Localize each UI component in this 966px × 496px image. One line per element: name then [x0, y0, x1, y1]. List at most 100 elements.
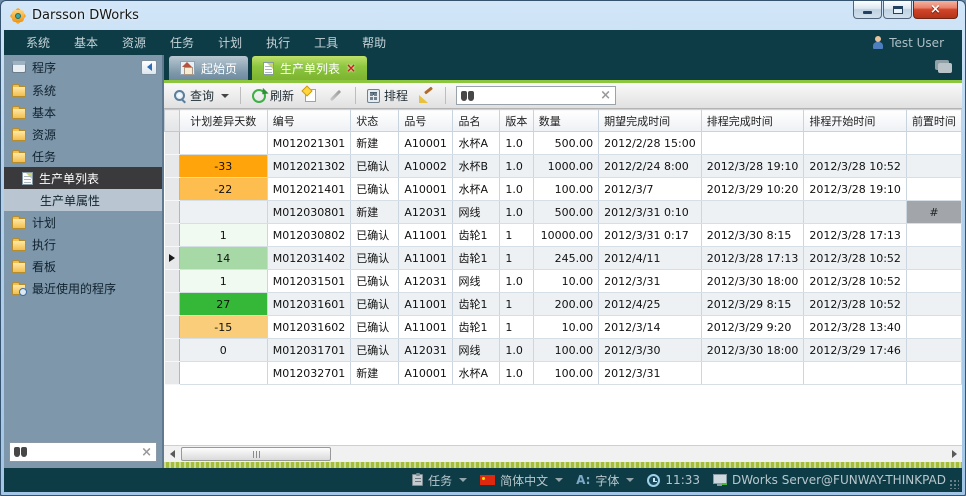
cell-scheduled-finish-time[interactable]: 2012/3/28 17:13	[701, 247, 804, 270]
cell-quantity[interactable]: 100.00	[533, 178, 598, 201]
cell-expected-finish-time[interactable]: 2012/3/31	[599, 362, 702, 385]
cell-item-no[interactable]: A11001	[399, 293, 453, 316]
cell-item-no[interactable]: A10001	[399, 362, 453, 385]
cell-item-no[interactable]: A12031	[399, 339, 453, 362]
cell-expected-finish-time[interactable]: 2012/3/31	[599, 270, 702, 293]
sidebar-collapse-button[interactable]	[141, 60, 157, 75]
cell-status[interactable]: 新建	[351, 362, 399, 385]
row-selector[interactable]	[165, 132, 180, 155]
cell-overflow-marker[interactable]	[906, 247, 961, 270]
menu-item[interactable]: 帮助	[350, 34, 398, 51]
menu-item[interactable]: 计划	[206, 34, 254, 51]
cell-scheduled-start-time[interactable]	[804, 132, 907, 155]
schedule-button[interactable]: 排程	[364, 85, 411, 106]
cell-expected-finish-time[interactable]: 2012/2/24 8:00	[599, 155, 702, 178]
table-row[interactable]: 1M012031501已确认A12031网线1.010.002012/3/312…	[165, 270, 962, 293]
menu-item[interactable]: 任务	[158, 34, 206, 51]
cell-quantity[interactable]: 500.00	[533, 132, 598, 155]
minimize-button[interactable]	[853, 1, 882, 19]
status-tasks-button[interactable]: 任务	[412, 472, 467, 489]
cell-plan-diff-days[interactable]	[179, 201, 267, 224]
scroll-left-button[interactable]	[164, 446, 180, 462]
cell-status[interactable]: 已确认	[351, 339, 399, 362]
cell-scheduled-finish-time[interactable]: 2012/3/30 8:15	[701, 224, 804, 247]
cell-overflow-marker[interactable]	[906, 155, 961, 178]
row-selector[interactable]	[165, 362, 180, 385]
resize-grip[interactable]	[949, 479, 959, 489]
cell-scheduled-start-time[interactable]: 2012/3/28 10:52	[804, 270, 907, 293]
cell-order-code[interactable]: M012030801	[267, 201, 350, 224]
cell-plan-diff-days[interactable]: -15	[179, 316, 267, 339]
cell-overflow-marker[interactable]	[906, 224, 961, 247]
cell-quantity[interactable]: 10000.00	[533, 224, 598, 247]
new-button[interactable]	[302, 87, 319, 104]
column-header[interactable]: 品名	[453, 110, 500, 132]
sidebar-search-box[interactable]: ×	[9, 442, 157, 462]
cell-scheduled-finish-time[interactable]: 2012/3/28 19:10	[701, 155, 804, 178]
cell-plan-diff-days[interactable]: 1	[179, 224, 267, 247]
column-header[interactable]: 排程完成时间	[701, 110, 804, 132]
cell-version[interactable]: 1.0	[500, 132, 533, 155]
cell-plan-diff-days[interactable]: 0	[179, 339, 267, 362]
cell-scheduled-finish-time[interactable]	[701, 132, 804, 155]
cell-scheduled-finish-time[interactable]	[701, 362, 804, 385]
cell-item-no[interactable]: A10001	[399, 132, 453, 155]
cell-quantity[interactable]: 10.00	[533, 270, 598, 293]
cell-item-name[interactable]: 网线	[453, 270, 500, 293]
scrollbar-thumb[interactable]	[181, 447, 331, 461]
cell-item-name[interactable]: 齿轮1	[453, 293, 500, 316]
row-selector-current[interactable]	[165, 247, 180, 270]
refresh-button[interactable]: 刷新	[249, 85, 297, 106]
status-language-button[interactable]: 简体中文	[480, 472, 563, 489]
cell-plan-diff-days[interactable]	[179, 132, 267, 155]
cell-scheduled-start-time[interactable]	[804, 201, 907, 224]
column-header[interactable]: 期望完成时间	[599, 110, 702, 132]
tab-close-icon[interactable]: ×	[346, 61, 356, 75]
toolbar-search-input[interactable]: ×	[456, 86, 616, 105]
cell-overflow-marker[interactable]	[906, 270, 961, 293]
cell-expected-finish-time[interactable]: 2012/3/31 0:10	[599, 201, 702, 224]
tab-home[interactable]: 起始页	[169, 56, 248, 80]
table-row[interactable]: -22M012021401已确认A10001水杯A1.0100.002012/3…	[165, 178, 962, 201]
column-header[interactable]: 品号	[399, 110, 453, 132]
cell-quantity[interactable]: 500.00	[533, 201, 598, 224]
tab-production-order-list[interactable]: 生产单列表 ×	[252, 56, 367, 80]
sidebar-item-2[interactable]: 资源	[4, 123, 162, 145]
edit-button[interactable]	[324, 92, 347, 99]
cell-item-name[interactable]: 网线	[453, 201, 500, 224]
cell-status[interactable]: 已确认	[351, 224, 399, 247]
column-header[interactable]: 计划差异天数	[179, 110, 267, 132]
cell-quantity[interactable]: 245.00	[533, 247, 598, 270]
cell-status[interactable]: 已确认	[351, 178, 399, 201]
cell-expected-finish-time[interactable]: 2012/3/7	[599, 178, 702, 201]
cell-item-name[interactable]: 齿轮1	[453, 224, 500, 247]
row-selector[interactable]	[165, 316, 180, 339]
sidebar-item-3[interactable]: 任务	[4, 145, 162, 167]
cell-overflow-marker[interactable]	[906, 339, 961, 362]
sidebar-item-5[interactable]: 生产单属性	[4, 189, 162, 211]
current-user[interactable]: Test User	[872, 36, 952, 50]
row-selector[interactable]	[165, 339, 180, 362]
table-row[interactable]: M012021301新建A10001水杯A1.0500.002012/2/28 …	[165, 132, 962, 155]
horizontal-scrollbar[interactable]	[164, 445, 962, 462]
panels-icon[interactable]	[938, 63, 952, 73]
column-header[interactable]: 状态	[351, 110, 399, 132]
cell-item-name[interactable]: 水杯B	[453, 155, 500, 178]
cell-order-code[interactable]: M012021302	[267, 155, 350, 178]
cell-order-code[interactable]: M012031602	[267, 316, 350, 339]
cell-overflow-marker[interactable]: #	[906, 201, 961, 224]
cell-version[interactable]: 1.0	[500, 270, 533, 293]
cell-order-code[interactable]: M012031501	[267, 270, 350, 293]
cell-scheduled-start-time[interactable]	[804, 362, 907, 385]
cell-scheduled-finish-time[interactable]: 2012/3/30 18:00	[701, 339, 804, 362]
table-row[interactable]: 27M012031601已确认A11001齿轮11200.002012/4/25…	[165, 293, 962, 316]
cell-overflow-marker[interactable]	[906, 362, 961, 385]
sidebar-item-7[interactable]: 执行	[4, 233, 162, 255]
cell-scheduled-start-time[interactable]: 2012/3/28 10:52	[804, 247, 907, 270]
cell-scheduled-finish-time[interactable]: 2012/3/29 8:15	[701, 293, 804, 316]
menu-item[interactable]: 基本	[62, 34, 110, 51]
table-row[interactable]: -33M012021302已确认A10002水杯B1.01000.002012/…	[165, 155, 962, 178]
menu-item[interactable]: 系统	[14, 34, 62, 51]
cell-scheduled-finish-time[interactable]: 2012/3/30 18:00	[701, 270, 804, 293]
cell-quantity[interactable]: 10.00	[533, 316, 598, 339]
